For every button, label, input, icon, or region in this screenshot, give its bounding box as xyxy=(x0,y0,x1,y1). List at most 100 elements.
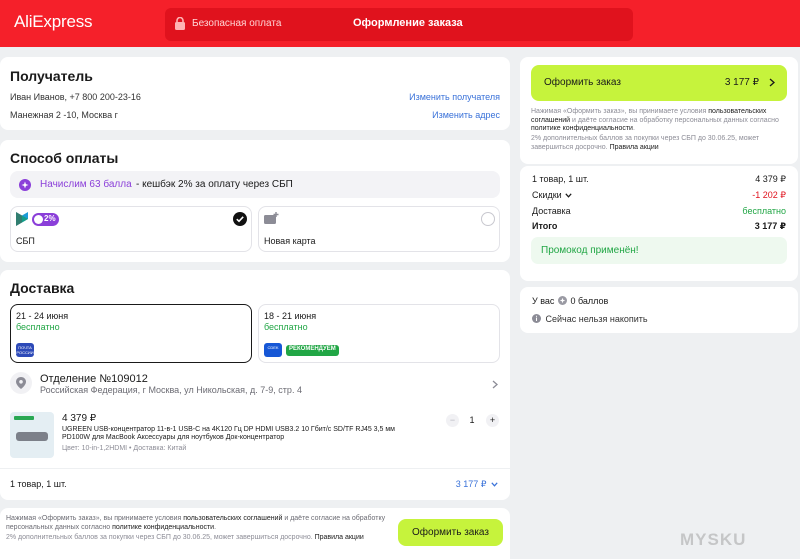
terms-text: . xyxy=(632,125,635,132)
delivery-dates: 21 - 24 июня xyxy=(16,311,69,321)
pickup-title: Отделение №109012 xyxy=(40,373,148,385)
terms-text: и даёте согласие на обработку персональн… xyxy=(570,116,779,124)
change-recipient-link[interactable]: Изменить получателя xyxy=(409,92,500,102)
delivery-option-cdek[interactable]: 18 - 21 июня бесплатно CDEK РЕКОМЕНДУЕМ xyxy=(258,304,500,363)
cannot-accrue-text: Сейчас нельзя накопить xyxy=(545,314,648,324)
points-prefix: У вас xyxy=(532,296,555,306)
delivery-price: бесплатно xyxy=(16,322,60,332)
product-price: 4 379 ₽ xyxy=(62,413,97,424)
sbp-logo-icon xyxy=(16,212,28,226)
recipient-card: Получатель Иван Иванов, +7 800 200-23-16… xyxy=(0,57,510,130)
recipient-heading: Получатель xyxy=(10,68,93,84)
summary-discount-value: -1 202 ₽ xyxy=(752,190,786,200)
sbp-label: СБП xyxy=(16,236,35,246)
delivery-dates: 18 - 21 июня xyxy=(264,311,317,321)
delivery-heading: Доставка xyxy=(10,280,75,296)
coin-badge-icon xyxy=(34,215,43,224)
selected-check-icon xyxy=(233,212,247,226)
chevron-right-icon xyxy=(769,78,775,87)
card-add-icon xyxy=(264,212,279,224)
product-image[interactable] xyxy=(10,412,54,458)
bottom-checkout-bar: Нажимая «Оформить заказ», вы принимаете … xyxy=(0,508,510,559)
items-total-toggle[interactable]: 3 177 ₽ xyxy=(456,479,498,490)
summary-delivery-value: бесплатно xyxy=(742,206,786,216)
product-row: 4 379 ₽ UGREEN USB-концентратор 11-в-1 U… xyxy=(10,411,500,461)
coin-icon xyxy=(557,296,567,305)
aliexpress-logo[interactable]: AliExpress xyxy=(14,12,93,32)
place-order-button[interactable]: Оформить заказ xyxy=(398,519,503,546)
place-order-label: Оформить заказ xyxy=(412,527,489,538)
info-icon xyxy=(532,314,541,323)
bottom-points-notice: 2% дополнительных баллов за покупки чере… xyxy=(6,534,386,543)
promo-rules-link[interactable]: Правила акции xyxy=(610,144,659,151)
payment-heading: Способ оплаты xyxy=(10,150,119,166)
payment-option-new-card[interactable]: Новая карта xyxy=(258,206,500,252)
summary-total-label: Итого xyxy=(532,221,558,231)
items-total: 3 177 ₽ xyxy=(455,479,487,489)
promo-applied-field[interactable]: Промокод применён! xyxy=(531,237,787,264)
quantity-plus-button[interactable]: + xyxy=(486,414,499,427)
bottom-terms-notice: Нажимая «Оформить заказ», вы принимаете … xyxy=(6,515,386,532)
recipient-name-phone: Иван Иванов, +7 800 200-23-16 xyxy=(10,92,141,102)
payment-option-sbp[interactable]: 2% СБП xyxy=(10,206,252,252)
header-banner: Безопасная оплата Оформление заказа xyxy=(165,8,633,41)
pickup-icon-wrap xyxy=(10,372,32,394)
chevron-down-icon xyxy=(491,482,498,487)
product-title[interactable]: UGREEN USB-концентратор 11-в-1 USB-C на … xyxy=(62,426,422,443)
sidebar-place-order-button[interactable]: Оформить заказ 3 177 ₽ xyxy=(531,65,787,101)
quantity-minus-button[interactable]: − xyxy=(446,414,459,427)
items-count: 1 товар, 1 шт. xyxy=(10,479,67,489)
summary-total-value: 3 177 ₽ xyxy=(754,221,786,231)
new-card-label: Новая карта xyxy=(264,236,316,246)
user-agreements-link[interactable]: пользовательских соглашений xyxy=(183,515,282,522)
delivery-price: бесплатно xyxy=(264,322,308,332)
privacy-policy-link[interactable]: политике конфиденциальности xyxy=(531,125,633,132)
change-address-link[interactable]: Изменить адрес xyxy=(432,110,500,120)
summary-items-label: 1 товар, 1 шт. xyxy=(532,174,589,184)
summary-delivery-label: Доставка xyxy=(532,206,571,216)
bonus-coin-icon xyxy=(19,179,31,191)
pickup-point-row[interactable]: Отделение №109012 Российская Федерация, … xyxy=(10,370,500,400)
terms-text: Нажимая «Оформить заказ», вы принимаете … xyxy=(6,515,184,522)
delivery-option-post[interactable]: 21 - 24 июня бесплатно ПОЧТА РОССИИ xyxy=(10,304,252,363)
points-card: У вас 0 баллов Сейчас нельзя накопить xyxy=(520,287,798,333)
sbp-badge-text: 2% xyxy=(44,214,56,223)
sidebar-points-notice: 2% дополнительных баллов за покупки чере… xyxy=(531,135,791,152)
lock-icon xyxy=(175,17,185,30)
product-image-hub xyxy=(16,432,48,441)
sbp-cashback-badge: 2% xyxy=(32,213,59,226)
new-card-radio[interactable] xyxy=(481,212,495,226)
points-text: 2% дополнительных баллов за покупки чере… xyxy=(6,534,315,541)
promo-rules-link[interactable]: Правила акции xyxy=(315,534,364,541)
product-image-brand xyxy=(14,416,34,420)
recommended-badge: РЕКОМЕНДУЕМ xyxy=(286,345,339,356)
russian-post-logo: ПОЧТА РОССИИ xyxy=(16,343,34,357)
accrual-info-row: Сейчас нельзя накопить xyxy=(532,314,648,324)
summary-discount-toggle[interactable]: Скидки xyxy=(532,190,572,200)
location-pin-icon xyxy=(16,377,26,389)
chevron-down-icon xyxy=(565,193,572,198)
divider xyxy=(0,468,510,469)
product-meta: Цвет: 10-in-1,2HDMI • Доставка: Китай xyxy=(62,445,187,452)
sidebar-order-total: 3 177 ₽ xyxy=(724,77,759,88)
terms-text: . xyxy=(214,523,217,531)
points-row: У вас 0 баллов xyxy=(532,296,608,306)
promo-applied-text: Промокод применён! xyxy=(541,245,639,256)
chevron-right-icon xyxy=(492,380,498,389)
privacy-policy-link[interactable]: политике конфиденциальности xyxy=(112,524,214,531)
sidebar-terms-notice: Нажимая «Оформить заказ», вы принимаете … xyxy=(531,108,791,134)
recipient-address: Манежная 2 -10, Москва г xyxy=(10,110,118,120)
sidebar-order-card: Оформить заказ 3 177 ₽ Нажимая «Оформить… xyxy=(520,57,798,164)
pickup-address: Российская Федерация, г Москва, ул Никол… xyxy=(40,385,302,395)
top-header: AliExpress Безопасная оплата Оформление … xyxy=(0,0,800,47)
bonus-banner: Начислим 63 балла - кешбэк 2% за оплату … xyxy=(10,171,500,198)
cdek-logo: CDEK xyxy=(264,343,282,357)
order-summary-card: 1 товар, 1 шт. 4 379 ₽ Скидки -1 202 ₽ Д… xyxy=(520,166,798,281)
points-value: 0 баллов xyxy=(570,296,609,306)
secure-payment-label: Безопасная оплата xyxy=(192,18,282,29)
sidebar-order-label: Оформить заказ xyxy=(544,77,621,88)
summary-discount-label: Скидки xyxy=(532,190,562,200)
quantity-value[interactable]: 1 xyxy=(466,415,478,425)
bonus-accrual: Начислим 63 балла xyxy=(40,179,132,190)
terms-text: Нажимая «Оформить заказ», вы принимаете … xyxy=(531,108,709,115)
